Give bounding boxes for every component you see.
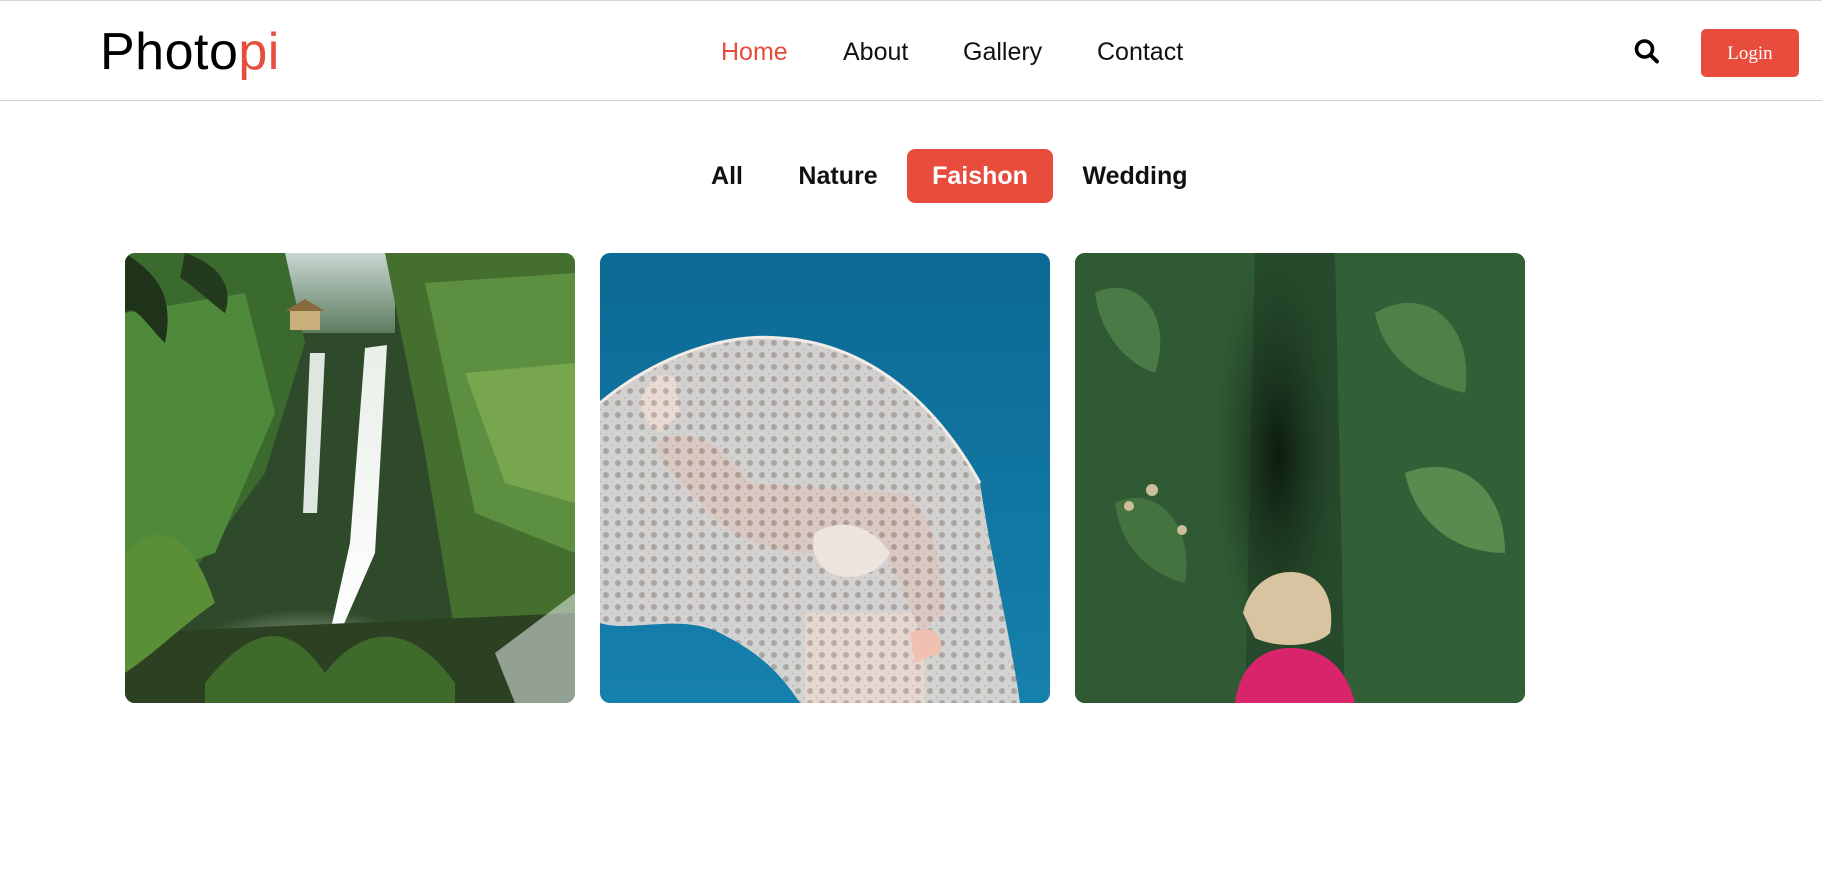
filter-nature[interactable]: Nature <box>788 149 888 203</box>
filter-faishon[interactable]: Faishon <box>907 149 1053 203</box>
filter-wedding[interactable]: Wedding <box>1074 149 1196 203</box>
gallery-card-fashion[interactable] <box>600 253 1050 703</box>
nav-contact[interactable]: Contact <box>1097 37 1183 67</box>
lace-veil-fashion-photo <box>600 253 1050 703</box>
gallery-card-hedge[interactable] <box>1075 253 1525 703</box>
site-header: Photopi Home About Gallery Contact Login <box>0 0 1822 101</box>
search-button[interactable] <box>1633 37 1661 67</box>
photo-gallery <box>125 253 1525 703</box>
waterfall-photo <box>125 253 575 703</box>
search-icon <box>1634 39 1659 64</box>
category-filters: All Nature Faishon Wedding <box>0 149 1822 203</box>
nav-gallery[interactable]: Gallery <box>963 37 1042 67</box>
main-nav: Home About Gallery Contact <box>0 37 1822 67</box>
nav-about[interactable]: About <box>843 37 908 67</box>
filter-all[interactable]: All <box>696 149 758 203</box>
child-in-hedge-photo <box>1075 253 1525 703</box>
gallery-card-waterfall[interactable] <box>125 253 575 703</box>
login-button[interactable]: Login <box>1701 29 1799 77</box>
nav-home[interactable]: Home <box>721 37 788 67</box>
